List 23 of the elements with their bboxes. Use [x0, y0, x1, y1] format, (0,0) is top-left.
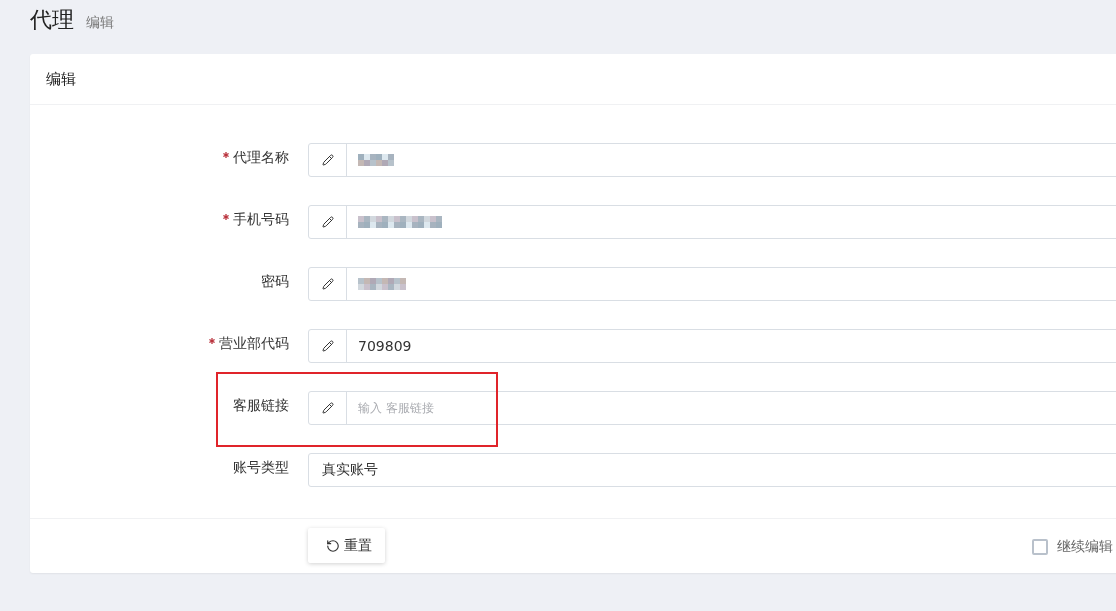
field-label: 营业部代码 [219, 334, 289, 353]
input-field[interactable]: 709809 [308, 329, 1116, 363]
field-label: 账号类型 [233, 458, 289, 477]
undo-icon [326, 538, 340, 553]
pencil-icon [321, 216, 334, 228]
input-field[interactable] [308, 267, 1116, 301]
pencil-icon [321, 278, 334, 290]
select-field[interactable]: 真实账号 [308, 453, 1116, 487]
field-label: 手机号码 [233, 210, 289, 229]
page-subtitle: 编辑 [86, 14, 114, 32]
checkbox[interactable] [1032, 539, 1048, 555]
card-title: 编辑 [46, 69, 76, 89]
input-field[interactable] [308, 143, 1116, 177]
input-field[interactable] [308, 205, 1116, 239]
field-label: 代理名称 [233, 148, 289, 167]
pencil-icon [321, 340, 334, 352]
pencil-icon [321, 154, 334, 166]
field-label: 密码 [261, 272, 289, 291]
reset-button[interactable]: 重置 [308, 528, 385, 563]
checkbox-label: 继续编辑 [1057, 538, 1113, 556]
field-label: 客服链接 [233, 396, 289, 415]
pencil-icon [321, 402, 334, 414]
page-title: 代理 [30, 6, 74, 34]
